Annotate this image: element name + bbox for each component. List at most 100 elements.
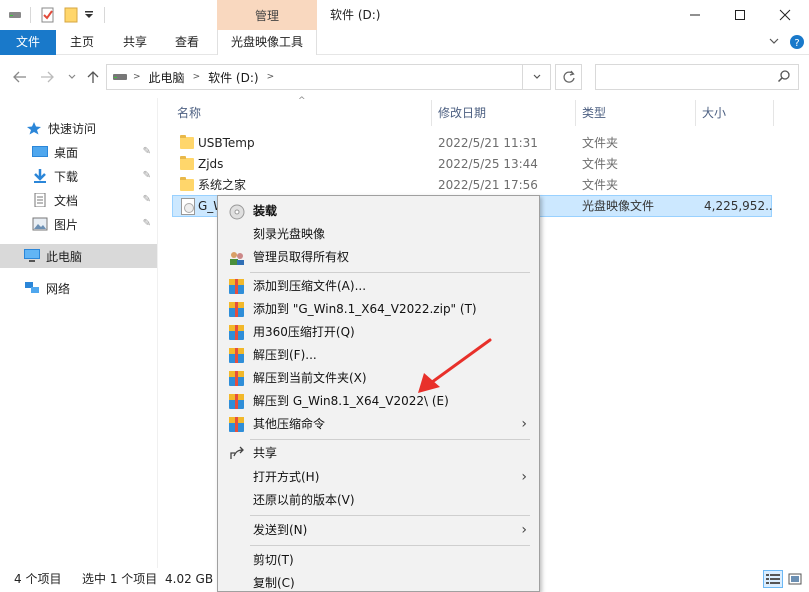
file-name: USBTemp (198, 136, 255, 150)
file-size (704, 154, 772, 175)
menu-item-label: 打开方式(H) (253, 470, 320, 484)
share-icon (229, 446, 245, 462)
minimize-button[interactable] (672, 0, 718, 30)
breadcrumb-separator-icon[interactable]: > (193, 72, 201, 82)
disc-image-file-icon (181, 198, 195, 215)
menu-item-burn-disc-image[interactable]: 刻录光盘映像 (220, 223, 537, 246)
download-icon (32, 169, 48, 183)
sidebar-item-this-pc[interactable]: 此电脑 (0, 244, 157, 268)
sidebar-item-label: 文档 (54, 193, 79, 208)
menu-item-label: 复制(C) (253, 576, 295, 590)
menu-item-label: 添加到压缩文件(A)... (253, 279, 367, 293)
selected-count: 选中 1 个项目 (82, 572, 158, 586)
column-header-size[interactable]: 大小 (696, 100, 773, 126)
file-type: 文件夹 (582, 136, 619, 150)
tab-share[interactable]: 共享 (113, 30, 157, 55)
pane-divider[interactable] (157, 98, 158, 568)
large-icons-view-button[interactable] (785, 570, 805, 588)
tab-home[interactable]: 主页 (60, 30, 104, 55)
close-button[interactable] (762, 0, 808, 30)
up-arrow-icon[interactable] (84, 68, 102, 86)
maximize-button[interactable] (717, 0, 763, 30)
column-divider[interactable] (773, 100, 774, 126)
address-bar[interactable]: > 此电脑 > 软件 (D:) > (106, 64, 551, 90)
breadcrumb-this-pc[interactable]: 此电脑 (149, 69, 185, 86)
back-arrow-icon[interactable] (11, 68, 29, 86)
pin-icon[interactable]: ✎ (143, 146, 151, 157)
breadcrumb-separator-icon[interactable]: > (267, 72, 275, 82)
menu-item-label: 装载 (253, 204, 278, 218)
tab-disc-image-tools[interactable]: 光盘映像工具 (217, 30, 317, 55)
archive-icon (229, 417, 244, 432)
pin-icon[interactable]: ✎ (143, 194, 151, 205)
computer-icon (24, 249, 40, 263)
properties-icon[interactable] (40, 6, 56, 24)
breadcrumb-drive-d[interactable]: 软件 (D:) (208, 69, 258, 86)
folder-icon (180, 177, 194, 191)
sidebar-item-label: 下载 (54, 169, 79, 184)
expand-ribbon-icon[interactable] (768, 35, 780, 50)
sidebar-item-pictures[interactable]: 图片 ✎ (0, 212, 157, 236)
forward-arrow-icon[interactable] (38, 68, 56, 86)
tab-file[interactable]: 文件 (0, 30, 56, 55)
file-size: 4,225,952... (704, 199, 772, 213)
menu-item-label: 解压到当前文件夹(X) (253, 371, 367, 385)
menu-item-add-to-archive[interactable]: 添加到压缩文件(A)... (220, 275, 537, 298)
tab-view[interactable]: 查看 (165, 30, 209, 55)
chevron-right-icon: › (521, 416, 527, 432)
admin-icon (229, 250, 245, 266)
file-row-zjds[interactable]: Zjds 2022/5/25 13:44 文件夹 (172, 154, 772, 175)
menu-item-other-compress-commands[interactable]: 其他压缩命令 › (220, 413, 537, 436)
address-history-dropdown[interactable] (522, 64, 551, 90)
quick-access-separator (30, 7, 31, 23)
drive-icon (8, 6, 22, 24)
menu-item-label: 发送到(N) (253, 523, 308, 537)
menu-item-share[interactable]: 共享 (220, 442, 537, 465)
help-icon[interactable]: ? (789, 34, 805, 53)
sidebar-item-desktop[interactable]: 桌面 ✎ (0, 140, 157, 164)
column-header-type[interactable]: 类型 (576, 100, 695, 126)
file-row-usbtemp[interactable]: USBTemp 2022/5/21 11:31 文件夹 (172, 133, 772, 154)
recent-dropdown-icon[interactable] (63, 68, 81, 86)
menu-item-copy[interactable]: 复制(C) (220, 572, 537, 591)
pin-icon[interactable]: ✎ (143, 218, 151, 229)
sidebar-item-label: 网络 (46, 281, 71, 296)
file-row-xitongzhijia[interactable]: 系统之家 2022/5/21 17:56 文件夹 (172, 175, 772, 196)
pin-icon[interactable]: ✎ (143, 170, 151, 181)
breadcrumb-separator-icon[interactable]: > (133, 72, 141, 82)
menu-item-label: 刻录光盘映像 (253, 227, 326, 241)
network-icon (24, 281, 40, 295)
annotation-arrow-icon (418, 338, 492, 393)
menu-item-take-ownership[interactable]: 管理员取得所有权 (220, 246, 537, 269)
star-icon (26, 121, 42, 135)
title-bar: 管理 软件 (D:) (0, 0, 809, 30)
refresh-button[interactable] (555, 64, 582, 90)
file-name: 系统之家 (198, 178, 247, 192)
customize-dropdown-icon[interactable] (84, 6, 94, 24)
sidebar-item-network[interactable]: 网络 (0, 276, 157, 300)
menu-item-open-with[interactable]: 打开方式(H) › (220, 466, 537, 489)
file-name: Zjds (198, 157, 224, 171)
menu-item-label: 添加到 "G_Win8.1_X64_V2022.zip" (T) (253, 302, 477, 316)
archive-icon (229, 371, 244, 386)
menu-separator (250, 272, 530, 273)
menu-item-add-to-zip[interactable]: 添加到 "G_Win8.1_X64_V2022.zip" (T) (220, 298, 537, 321)
menu-item-send-to[interactable]: 发送到(N) › (220, 519, 537, 542)
sidebar-item-quick-access[interactable]: 快速访问 (0, 116, 157, 140)
folder-icon (180, 135, 194, 149)
column-header-name[interactable]: 名称 (171, 100, 431, 126)
menu-item-label: 用360压缩打开(Q) (253, 325, 355, 339)
sidebar-item-downloads[interactable]: 下载 ✎ (0, 164, 157, 188)
sidebar-item-label: 图片 (54, 217, 79, 232)
menu-item-cut[interactable]: 剪切(T) (220, 549, 537, 572)
menu-item-mount[interactable]: 装载 (220, 200, 537, 223)
details-view-button[interactable] (763, 570, 783, 588)
sidebar-item-documents[interactable]: 文档 ✎ (0, 188, 157, 212)
file-size (704, 175, 772, 196)
search-input[interactable] (595, 64, 799, 90)
menu-item-restore-previous-versions[interactable]: 还原以前的版本(V) (220, 489, 537, 512)
column-header-date[interactable]: 修改日期 (432, 100, 575, 126)
new-folder-icon[interactable] (63, 6, 79, 24)
manage-context-tab[interactable]: 管理 (217, 0, 317, 30)
file-size (704, 133, 772, 154)
